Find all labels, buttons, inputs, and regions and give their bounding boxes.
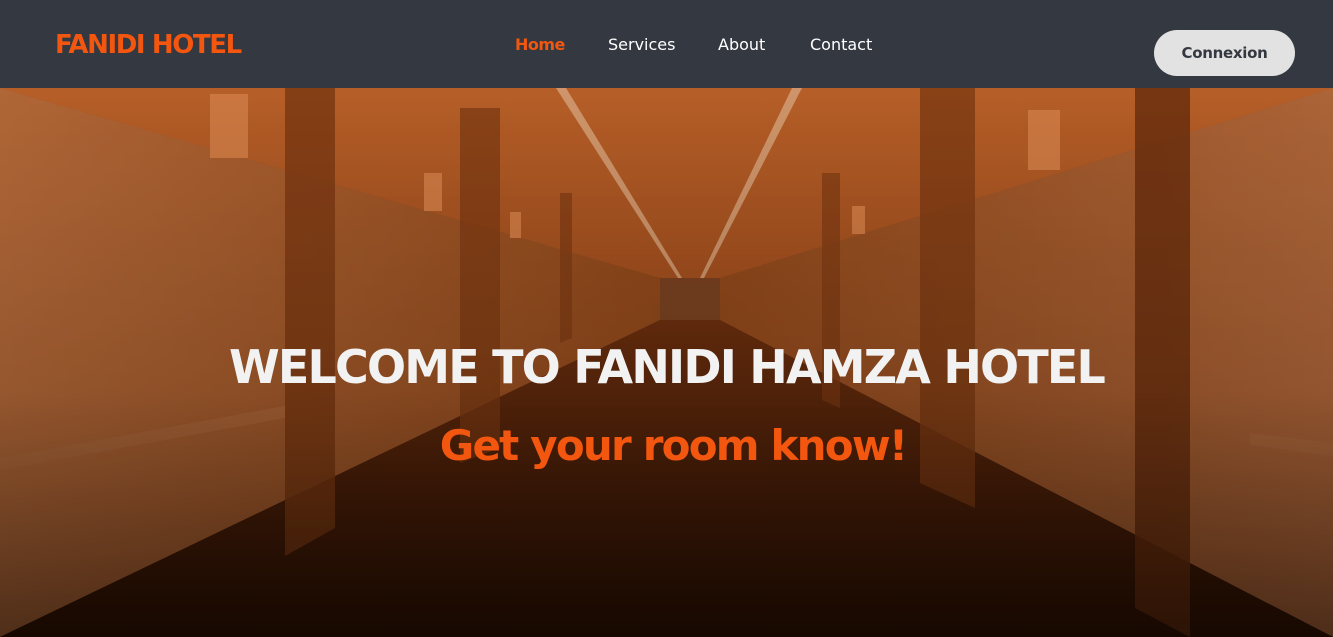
nav-link-about[interactable]: About xyxy=(718,35,765,54)
nav-link-contact[interactable]: Contact xyxy=(810,35,872,54)
hero-subtitle: Get your room know! xyxy=(439,421,908,470)
hero-section: WELCOME TO FANIDI HAMZA HOTEL Get your r… xyxy=(0,88,1333,637)
hero-title: WELCOME TO FANIDI HAMZA HOTEL xyxy=(228,340,1106,394)
nav-link-home[interactable]: Home xyxy=(515,35,565,54)
navbar: FANIDI HOTEL Home Services About Contact… xyxy=(0,0,1333,88)
nav-link-services[interactable]: Services xyxy=(608,35,675,54)
connexion-button[interactable]: Connexion xyxy=(1154,30,1295,76)
nav-menu: Home Services About Contact xyxy=(0,35,1333,55)
